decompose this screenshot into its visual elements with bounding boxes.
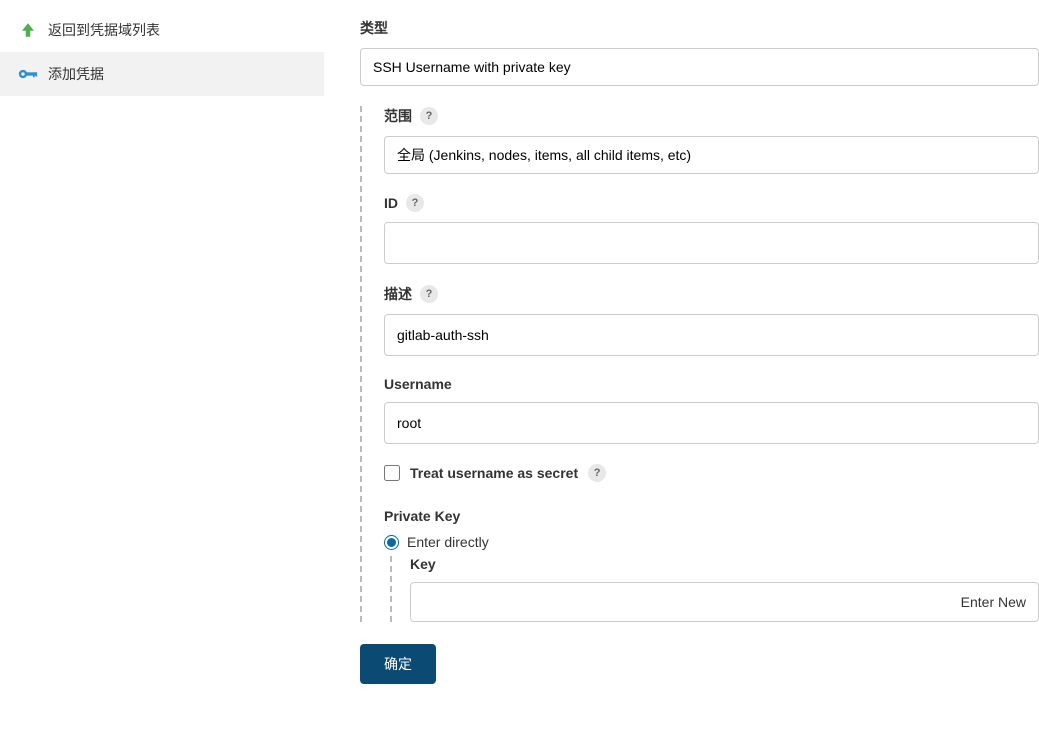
enter-directly-row: Enter directly [384, 534, 1039, 550]
key-nested-section: Key Enter New [390, 556, 1039, 622]
treat-secret-checkbox[interactable] [384, 465, 400, 481]
field-type: 类型 SSH Username with private key [360, 18, 1039, 86]
main-form: 类型 SSH Username with private key 范围 ? 全局… [324, 0, 1039, 737]
sidebar-item-label: 返回到凭据域列表 [48, 20, 160, 40]
field-description: 描述 ? [384, 284, 1039, 356]
field-id: ID ? [384, 194, 1039, 264]
scope-label: 范围 [384, 106, 412, 126]
type-label: 类型 [360, 18, 1039, 38]
key-label: Key [410, 556, 1039, 572]
enter-directly-radio[interactable] [384, 535, 399, 550]
field-private-key: Private Key Enter directly Key Enter New [384, 508, 1039, 622]
private-key-label: Private Key [384, 508, 460, 524]
id-input[interactable] [384, 222, 1039, 264]
id-label: ID [384, 195, 398, 211]
sidebar-item-label: 添加凭据 [48, 64, 104, 84]
enter-directly-label: Enter directly [407, 534, 489, 550]
treat-secret-row: Treat username as secret ? [384, 464, 1039, 482]
submit-button[interactable]: 确定 [360, 644, 436, 684]
help-icon[interactable]: ? [420, 107, 438, 125]
credential-details-section: 范围 ? 全局 (Jenkins, nodes, items, all chil… [360, 106, 1039, 622]
treat-secret-label: Treat username as secret [410, 465, 578, 481]
help-icon[interactable]: ? [588, 464, 606, 482]
username-input[interactable] [384, 402, 1039, 444]
field-username: Username [384, 376, 1039, 444]
arrow-up-icon [18, 20, 38, 40]
field-scope: 范围 ? 全局 (Jenkins, nodes, items, all chil… [384, 106, 1039, 174]
enter-new-text: Enter New [961, 594, 1026, 610]
key-icon [18, 64, 38, 84]
sidebar: 返回到凭据域列表 添加凭据 [0, 0, 324, 737]
sidebar-item-back[interactable]: 返回到凭据域列表 [0, 8, 324, 52]
submit-bar: 确定 [360, 644, 1039, 684]
username-label: Username [384, 376, 452, 392]
help-icon[interactable]: ? [406, 194, 424, 212]
help-icon[interactable]: ? [420, 285, 438, 303]
description-input[interactable] [384, 314, 1039, 356]
description-label: 描述 [384, 284, 412, 304]
key-textarea[interactable]: Enter New [410, 582, 1039, 622]
type-select[interactable]: SSH Username with private key [360, 48, 1039, 86]
sidebar-item-add-credential[interactable]: 添加凭据 [0, 52, 324, 96]
scope-select[interactable]: 全局 (Jenkins, nodes, items, all child ite… [384, 136, 1039, 174]
